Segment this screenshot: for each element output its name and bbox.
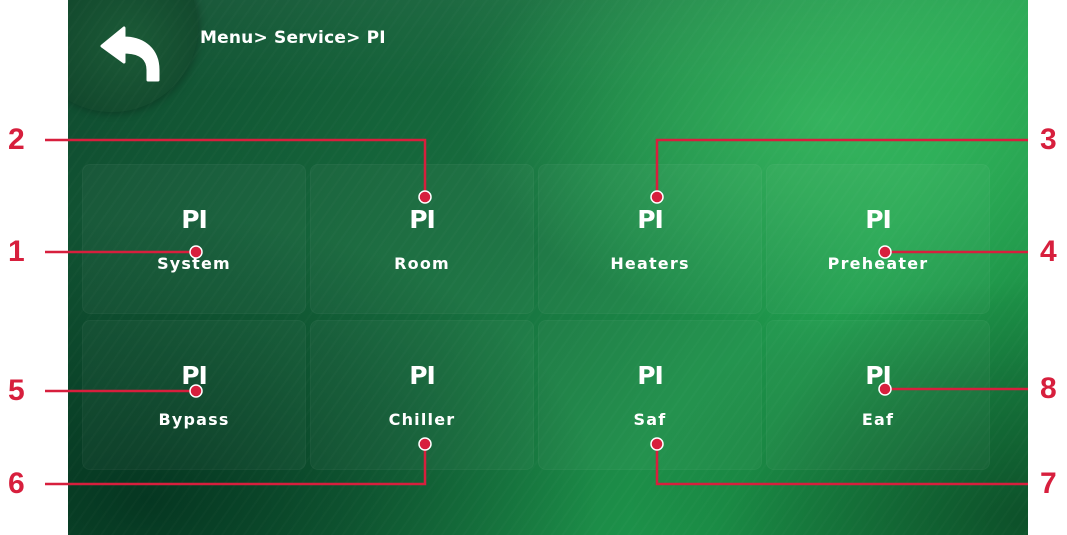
tile-label: Preheater <box>827 254 929 273</box>
tile-title: PI <box>637 205 664 234</box>
tile-label: Eaf <box>861 410 895 429</box>
tile-title: PI <box>409 361 436 390</box>
device-screen: Menu> Service> PI PI System PI Room PI H… <box>68 0 1028 535</box>
tile-label: System <box>157 254 231 273</box>
tile-title: PI <box>181 361 208 390</box>
callout-number-6: 6 <box>8 467 25 500</box>
callout-number-1: 1 <box>8 235 25 268</box>
callout-number-5: 5 <box>8 374 25 407</box>
tile-pi-room[interactable]: PI Room <box>310 164 534 314</box>
tile-pi-saf[interactable]: PI Saf <box>538 320 762 470</box>
tile-title: PI <box>181 205 208 234</box>
tile-pi-preheater[interactable]: PI Preheater <box>766 164 990 314</box>
tile-label: Chiller <box>388 410 456 429</box>
callout-number-4: 4 <box>1040 235 1057 268</box>
tile-title: PI <box>865 361 892 390</box>
tile-pi-heaters[interactable]: PI Heaters <box>538 164 762 314</box>
tile-title: PI <box>409 205 436 234</box>
tile-pi-eaf[interactable]: PI Eaf <box>766 320 990 470</box>
tile-title: PI <box>637 361 664 390</box>
tile-label: Room <box>394 254 450 273</box>
breadcrumb: Menu> Service> PI <box>200 28 386 48</box>
tile-pi-system[interactable]: PI System <box>82 164 306 314</box>
callout-number-7: 7 <box>1040 467 1057 500</box>
tile-pi-chiller[interactable]: PI Chiller <box>310 320 534 470</box>
callout-number-2: 2 <box>8 123 25 156</box>
tile-label: Bypass <box>158 410 230 429</box>
tile-pi-bypass[interactable]: PI Bypass <box>82 320 306 470</box>
tile-label: Saf <box>633 410 667 429</box>
back-button[interactable] <box>96 22 166 88</box>
callout-number-8: 8 <box>1040 372 1057 405</box>
tile-label: Heaters <box>610 254 690 273</box>
callout-number-3: 3 <box>1040 123 1057 156</box>
back-arrow-icon <box>100 26 160 82</box>
tile-title: PI <box>865 205 892 234</box>
